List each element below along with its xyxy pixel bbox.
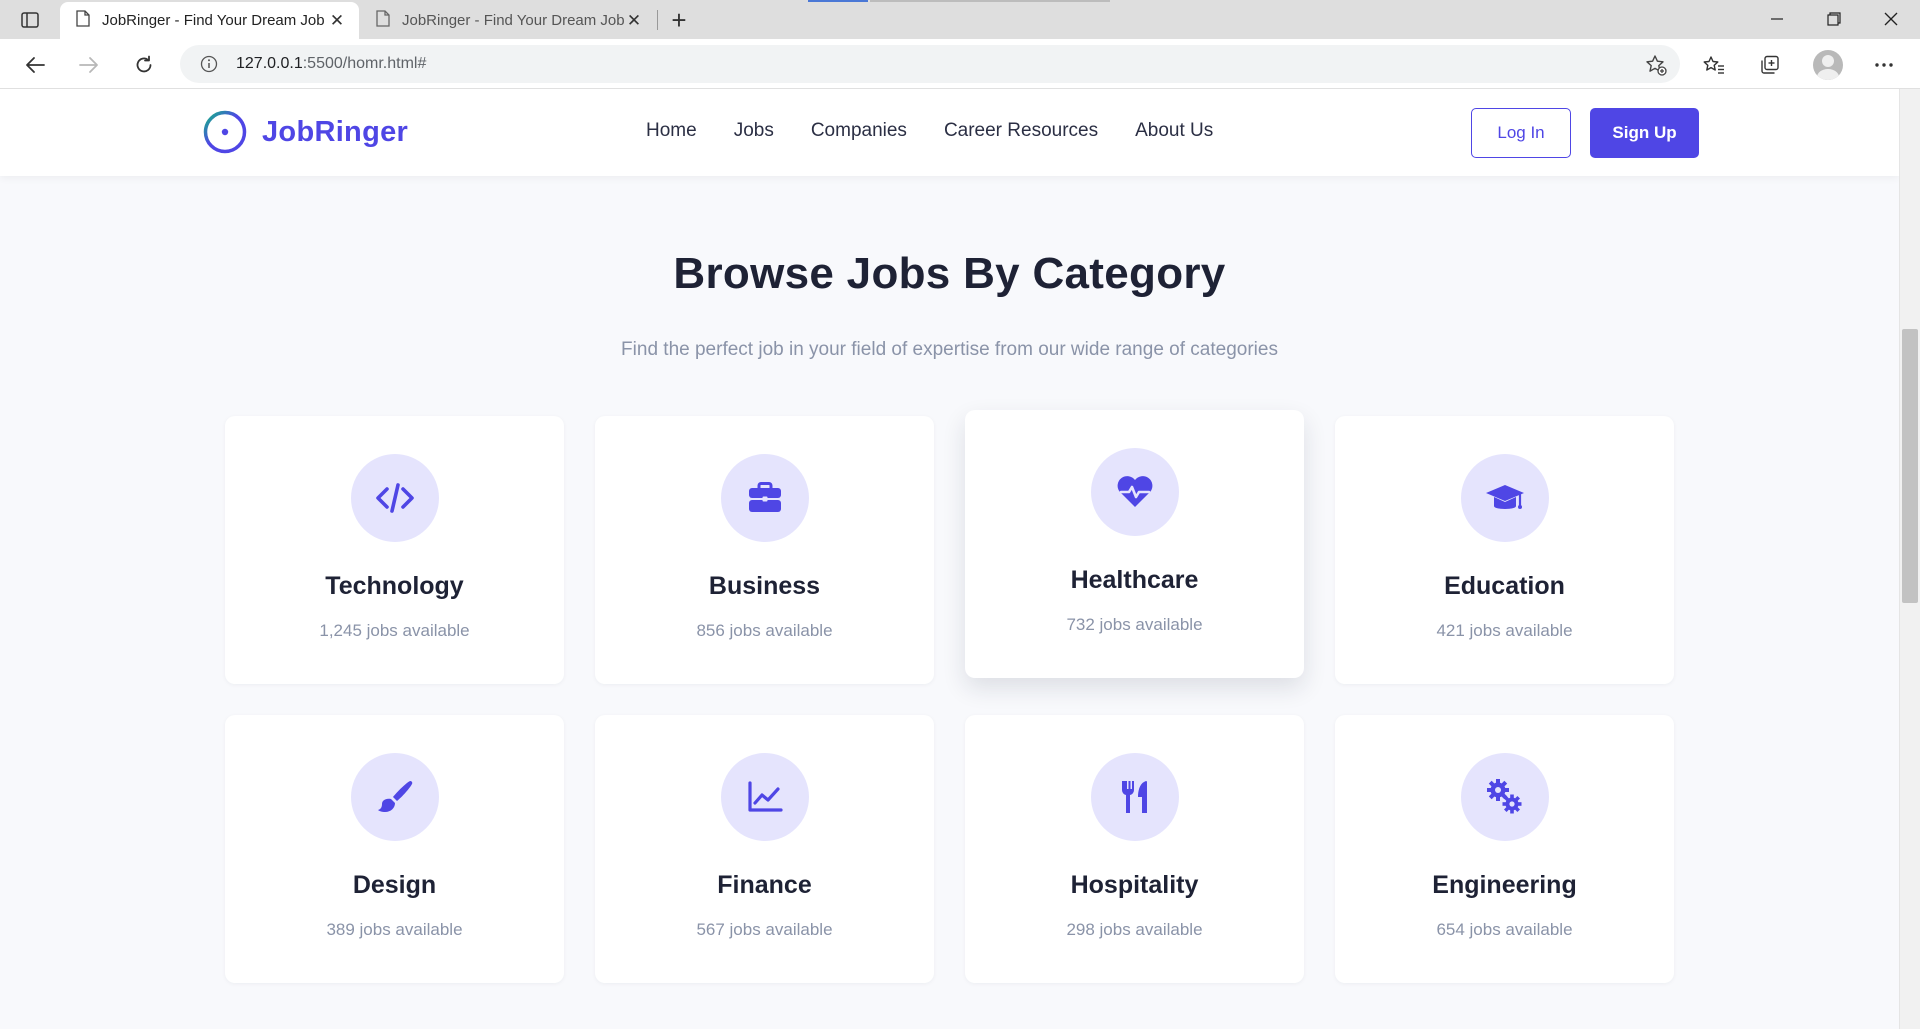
page-icon xyxy=(376,10,390,31)
address-host: 127.0.0.1 xyxy=(236,55,303,72)
category-count: 298 jobs available xyxy=(1066,920,1203,939)
category-name: Engineering xyxy=(1432,871,1577,899)
section-subtitle: Find the perfect job in your field of ex… xyxy=(621,339,1278,360)
icon-circle xyxy=(1090,753,1179,841)
category-card-business[interactable]: Business 856 jobs available xyxy=(595,416,934,684)
icon-circle xyxy=(1090,448,1179,536)
brand-name: JobRinger xyxy=(262,115,409,148)
category-count: 654 jobs available xyxy=(1436,920,1573,939)
add-favorite-icon[interactable] xyxy=(1644,53,1668,77)
category-count: 567 jobs available xyxy=(696,920,833,939)
category-name: Business xyxy=(708,572,821,600)
cogs-icon xyxy=(1486,779,1521,814)
brand[interactable]: JobRinger xyxy=(202,109,408,155)
close-tab-icon[interactable]: ✕ xyxy=(327,11,347,31)
more-options-icon[interactable] xyxy=(1868,49,1900,81)
category-card-engineering[interactable]: Engineering 654 jobs available xyxy=(1335,715,1674,983)
page-scrollbar[interactable] xyxy=(1899,89,1920,1029)
scrollbar-thumb[interactable] xyxy=(1902,329,1918,603)
category-name: Finance xyxy=(717,871,812,899)
heart-pulse-icon xyxy=(1117,476,1152,507)
web-page: JobRinger Home Jobs Companies Career Res… xyxy=(0,89,1899,1029)
nav-link-about-us[interactable]: About Us xyxy=(1135,120,1213,142)
nav-link-jobs[interactable]: Jobs xyxy=(734,120,774,142)
icon-circle xyxy=(1460,753,1549,841)
section-title: Browse Jobs By Category xyxy=(673,249,1226,298)
category-count: 1,245 jobs available xyxy=(319,621,470,640)
nav-link-career-resources[interactable]: Career Resources xyxy=(944,120,1098,142)
minimize-icon[interactable] xyxy=(1748,0,1806,38)
address-path: :5500/homr.html# xyxy=(302,55,427,72)
icon-circle xyxy=(720,454,809,542)
profile-avatar[interactable] xyxy=(1813,50,1843,80)
category-name: Healthcare xyxy=(1070,566,1199,594)
tab-separator xyxy=(657,10,658,30)
new-tab-button[interactable]: + xyxy=(664,5,694,35)
browser-tab-strip: JobRinger - Find Your Dream Job ✕ JobRin… xyxy=(0,0,1920,39)
graduation-cap-icon xyxy=(1485,485,1524,509)
icon-circle xyxy=(350,753,439,841)
category-count: 389 jobs available xyxy=(326,920,463,939)
browser-toolbar: 127.0.0.1:5500/homr.html# xyxy=(0,39,1920,89)
tab-title: JobRinger - Find Your Dream Job xyxy=(102,12,325,29)
icon-circle xyxy=(720,753,809,841)
reload-icon[interactable] xyxy=(128,49,160,81)
site-navbar: JobRinger Home Jobs Companies Career Res… xyxy=(0,89,1899,176)
browser-tab-inactive[interactable]: JobRinger - Find Your Dream Job ✕ xyxy=(360,2,656,39)
chart-line-icon xyxy=(747,781,783,812)
category-name: Technology xyxy=(325,572,464,600)
category-card-design[interactable]: Design 389 jobs available xyxy=(225,715,564,983)
paint-brush-icon xyxy=(377,780,412,812)
tab-title: JobRinger - Find Your Dream Job xyxy=(402,12,624,29)
category-count: 421 jobs available xyxy=(1436,621,1573,640)
tab-strip-marker xyxy=(808,0,868,2)
back-icon[interactable] xyxy=(19,49,51,81)
category-card-healthcare[interactable]: Healthcare 732 jobs available xyxy=(965,410,1304,678)
category-card-finance[interactable]: Finance 567 jobs available xyxy=(595,715,934,983)
category-card-hospitality[interactable]: Hospitality 298 jobs available xyxy=(965,715,1304,983)
address-bar[interactable]: 127.0.0.1:5500/homr.html# xyxy=(180,45,1680,83)
nav-link-home[interactable]: Home xyxy=(646,120,697,142)
icon-circle xyxy=(350,454,439,542)
page-icon xyxy=(76,10,90,31)
signup-button[interactable]: Sign Up xyxy=(1590,108,1699,158)
login-button[interactable]: Log In xyxy=(1471,108,1571,158)
brand-logo-icon xyxy=(203,110,247,154)
category-name: Design xyxy=(352,871,437,899)
forward-icon[interactable] xyxy=(73,49,105,81)
restore-icon[interactable] xyxy=(1805,0,1863,38)
close-tab-icon[interactable]: ✕ xyxy=(624,11,644,31)
category-card-education[interactable]: Education 421 jobs available xyxy=(1335,416,1674,684)
category-count: 856 jobs available xyxy=(696,621,833,640)
category-name: Hospitality xyxy=(1070,871,1199,899)
category-name: Education xyxy=(1444,572,1565,600)
tab-actions-icon[interactable] xyxy=(17,7,43,33)
collections-icon[interactable] xyxy=(1754,49,1786,81)
briefcase-icon xyxy=(748,482,781,512)
tab-strip-marker-2 xyxy=(870,0,1110,2)
code-icon xyxy=(375,483,414,513)
browser-tab-active[interactable]: JobRinger - Find Your Dream Job ✕ xyxy=(60,2,359,39)
utensils-icon xyxy=(1121,781,1147,813)
nav-link-companies[interactable]: Companies xyxy=(811,120,907,142)
favorites-icon[interactable] xyxy=(1698,49,1730,81)
category-card-technology[interactable]: Technology 1,245 jobs available xyxy=(225,416,564,684)
category-count: 732 jobs available xyxy=(1066,615,1203,634)
icon-circle xyxy=(1460,454,1549,542)
site-info-icon[interactable] xyxy=(198,53,220,75)
close-window-icon[interactable] xyxy=(1862,0,1920,38)
nav-links: Home Jobs Companies Career Resources Abo… xyxy=(646,120,1250,142)
